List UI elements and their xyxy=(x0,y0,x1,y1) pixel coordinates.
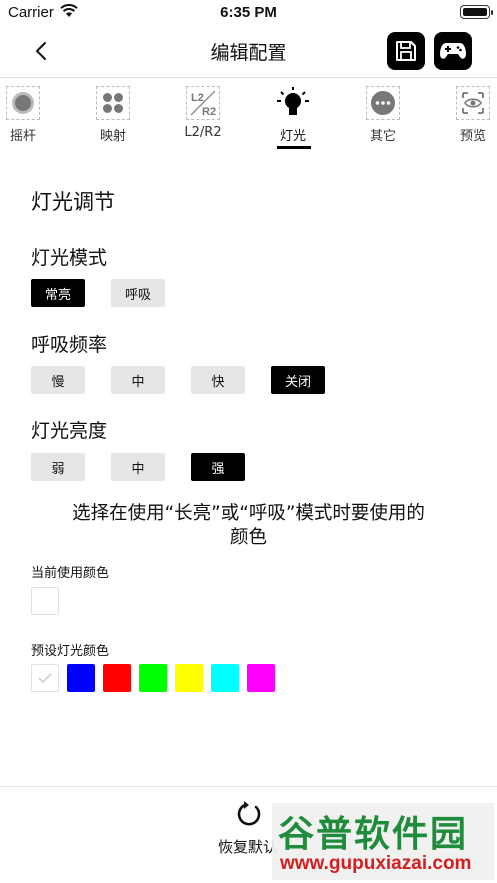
save-button[interactable] xyxy=(387,32,425,70)
mapping-icon xyxy=(96,86,130,120)
light-mode-option-breath[interactable]: 呼吸 xyxy=(111,279,165,307)
trigger-icon: L2 R2 xyxy=(186,86,220,120)
preset-colors-label: 预设灯光颜色 xyxy=(31,644,110,659)
preset-color-swatch-yellow[interactable] xyxy=(175,664,203,692)
tab-triggers[interactable]: L2 R2 L2/R2 xyxy=(173,82,233,148)
light-mode-option-steady[interactable]: 常亮 xyxy=(31,279,85,307)
reset-icon xyxy=(237,801,261,826)
gamepad-icon xyxy=(440,43,466,59)
tab-preview[interactable]: 预览 xyxy=(443,82,497,148)
brightness-option-medium[interactable]: 中 xyxy=(111,453,165,481)
preset-color-swatch-red[interactable] xyxy=(103,664,131,692)
trigger-icon-l2: L2 xyxy=(191,92,204,104)
tab-other[interactable]: 其它 xyxy=(353,82,413,148)
watermark: 谷普软件园 www.gupuxiazai.com xyxy=(272,803,494,880)
breath-frequency-option-medium[interactable]: 中 xyxy=(111,366,165,394)
light-mode-label: 灯光模式 xyxy=(31,247,108,269)
bottom-divider xyxy=(0,786,497,787)
gamepad-button[interactable] xyxy=(434,32,472,70)
color-hint-line-2: 颜色 xyxy=(229,527,267,548)
save-icon xyxy=(396,41,416,61)
joystick-icon xyxy=(6,86,40,120)
color-hint-line-1: 选择在使用“长亮”或“呼吸”模式时要使用的 xyxy=(72,503,425,524)
tab-label: L2/R2 xyxy=(184,125,222,140)
clock: 6:35 PM xyxy=(220,4,277,21)
tab-label: 其它 xyxy=(369,129,396,144)
preset-color-swatch-magenta[interactable] xyxy=(247,664,275,692)
watermark-url: www.gupuxiazai.com xyxy=(280,853,472,874)
breath-frequency-option-fast[interactable]: 快 xyxy=(191,366,245,394)
nav-divider xyxy=(0,77,497,78)
preset-color-swatch-cyan[interactable] xyxy=(211,664,239,692)
current-color-swatch xyxy=(31,587,59,615)
preset-color-swatch-blue[interactable] xyxy=(67,664,95,692)
breath-frequency-label: 呼吸频率 xyxy=(31,334,108,356)
current-color-label: 当前使用颜色 xyxy=(31,566,110,581)
tab-mapping[interactable]: 映射 xyxy=(83,82,143,148)
reset-default-label: 恢复默认 xyxy=(218,838,279,856)
brightness-label: 灯光亮度 xyxy=(31,420,108,442)
brightness-option-weak[interactable]: 弱 xyxy=(31,453,85,481)
trigger-icon-r2: R2 xyxy=(202,106,216,118)
breath-frequency-option-off[interactable]: 关闭 xyxy=(271,366,325,394)
preview-eye-icon xyxy=(456,86,490,120)
battery-icon xyxy=(460,5,493,19)
breath-frequency-option-slow[interactable]: 慢 xyxy=(31,366,85,394)
tab-label: 灯光 xyxy=(279,129,306,144)
brightness-option-strong[interactable]: 强 xyxy=(191,453,245,481)
tab-light[interactable]: 灯光 xyxy=(263,82,323,148)
tab-label: 摇杆 xyxy=(9,129,36,144)
light-bulb-icon xyxy=(276,86,310,120)
tab-label: 映射 xyxy=(99,129,126,144)
color-hint: 选择在使用“长亮”或“呼吸”模式时要使用的 颜色 xyxy=(20,502,477,550)
active-tab-indicator xyxy=(277,146,311,149)
tab-bar: 摇杆 映射 L2 R2 L2/R2 灯光 其它 预览 xyxy=(0,82,497,148)
nav-bar: 编辑配置 xyxy=(0,26,497,76)
preset-color-swatch-white[interactable] xyxy=(31,664,59,692)
checkmark-icon xyxy=(38,673,52,684)
section-title: 灯光调节 xyxy=(31,190,115,214)
watermark-text: 谷普软件园 xyxy=(278,814,469,855)
tab-joystick[interactable]: 摇杆 xyxy=(0,82,53,148)
status-bar: Carrier 6:35 PM xyxy=(0,0,497,26)
preset-color-swatch-green[interactable] xyxy=(139,664,167,692)
more-icon xyxy=(366,86,400,120)
tab-label: 预览 xyxy=(459,129,486,144)
